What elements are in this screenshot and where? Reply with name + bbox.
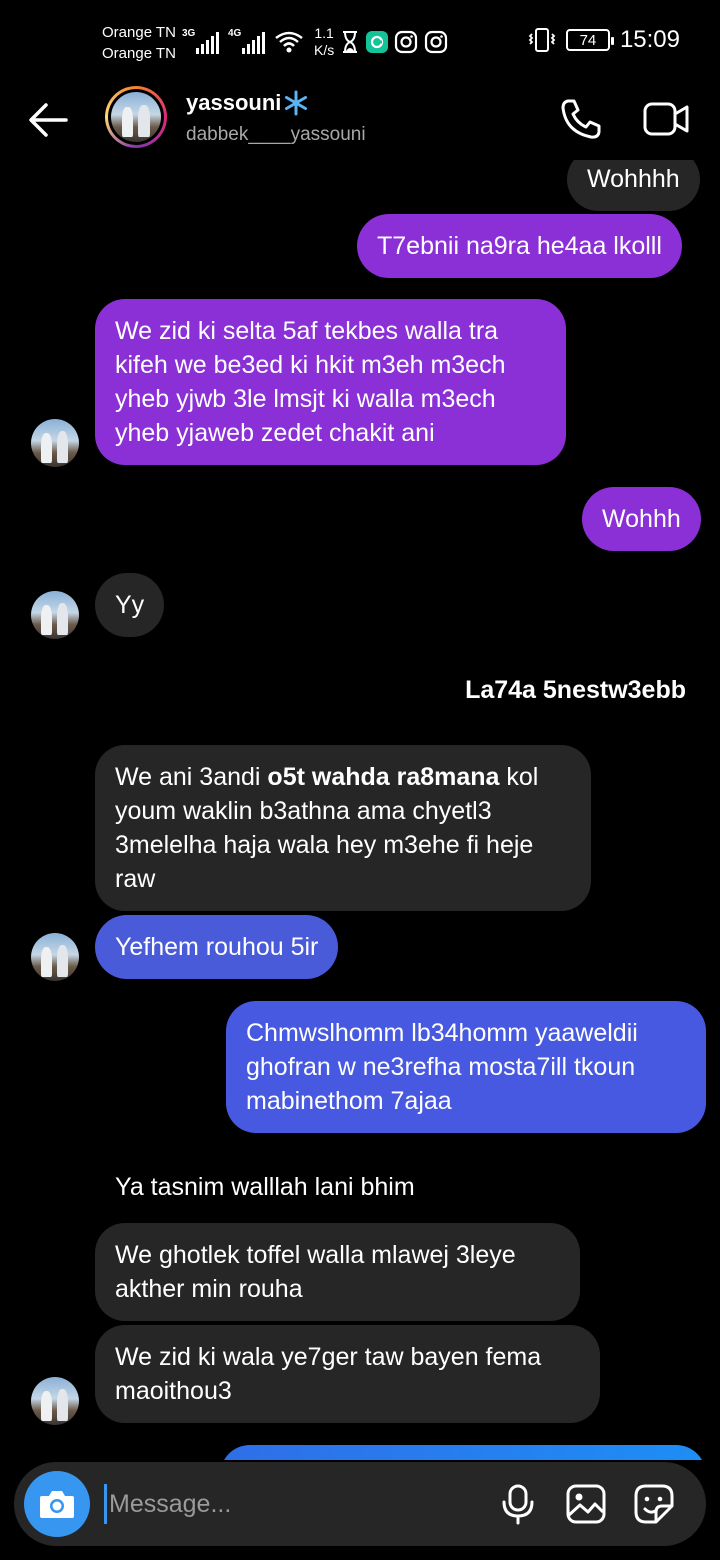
phone-call-icon[interactable] — [558, 96, 604, 142]
message-text-received[interactable]: Ya tasnim walllah lani bhim — [115, 1170, 415, 1204]
contact-name[interactable]: yassouni — [186, 90, 309, 116]
signal-4g-icon: 4G — [228, 28, 268, 56]
message-input[interactable] — [104, 1484, 484, 1524]
snowflake-emoji-icon — [285, 90, 308, 116]
message-bubble-received[interactable]: Yefhem rouhou 5ir — [95, 915, 339, 979]
instagram-notification-icon — [395, 30, 418, 54]
message-bubble-sent[interactable]: Wohhhh — [567, 160, 700, 211]
back-arrow-icon[interactable] — [26, 100, 70, 140]
carrier-2: Orange TN — [102, 45, 176, 62]
message-composer — [14, 1462, 706, 1546]
sticker-icon[interactable] — [632, 1482, 676, 1526]
message-bubble-sent-partial[interactable] — [220, 1445, 706, 1460]
grammarly-icon — [366, 31, 389, 53]
contact-mini-avatar[interactable] — [31, 591, 79, 639]
avatar-photo — [111, 92, 161, 142]
contact-mini-avatar[interactable] — [31, 1377, 79, 1425]
vibrate-icon — [528, 28, 556, 52]
status-icons: 3G 4G 1.1 K/s — [182, 24, 448, 60]
wifi-icon — [275, 31, 303, 53]
message-bubble-sent[interactable]: T7ebnii na9ra he4aa lkolll — [357, 214, 682, 278]
hourglass-icon — [343, 31, 358, 53]
camera-icon — [40, 1491, 74, 1518]
message-bubble-received[interactable]: We ani 3andi o5t wahda ra8mana kol youm … — [95, 745, 591, 911]
camera-button[interactable] — [24, 1471, 90, 1537]
instagram-notification-icon-2 — [425, 30, 448, 54]
message-bubble-sent[interactable]: Wohhh — [582, 487, 701, 551]
carrier-1: Orange TN — [102, 24, 176, 41]
signal-3g-icon: 3G — [182, 28, 222, 56]
message-bubble-sent[interactable]: We zid ki selta 5af tekbes walla tra kif… — [95, 299, 566, 465]
chat-header: yassouni dabbek____yassouni — [0, 84, 720, 160]
battery-icon: 74 — [565, 29, 614, 51]
contact-username[interactable]: dabbek____yassouni — [186, 124, 366, 146]
contact-mini-avatar[interactable] — [31, 933, 79, 981]
message-bubble-received[interactable]: Yy — [95, 573, 164, 637]
video-call-icon[interactable] — [642, 96, 690, 142]
message-bubble-received[interactable]: We zid ki wala ye7ger taw bayen fema mao… — [95, 1325, 600, 1423]
clock: 15:09 — [619, 26, 680, 53]
message-thread[interactable]: Wohhhh T7ebnii na9ra he4aa lkolll We zid… — [0, 160, 720, 1460]
message-bubble-received[interactable]: We ghotlek toffel walla mlawej 3leye akt… — [95, 1223, 580, 1321]
status-bar: Orange TN Orange TN 3G 4G 1.1 K/s 74 15:… — [0, 0, 720, 84]
network-speed: 1.1 K/s — [314, 25, 335, 58]
contact-avatar[interactable] — [105, 86, 167, 148]
carrier-labels: Orange TN Orange TN — [102, 22, 176, 64]
message-text-sent[interactable]: La74a 5nestw3ebb — [465, 676, 686, 705]
message-bubble-sent[interactable]: Chmwslhomm lb34homm yaaweldii ghofran w … — [226, 1001, 706, 1133]
status-right: 74 15:09 — [528, 26, 680, 54]
gallery-icon[interactable] — [564, 1482, 608, 1526]
microphone-icon[interactable] — [496, 1482, 540, 1526]
contact-mini-avatar[interactable] — [31, 419, 79, 467]
